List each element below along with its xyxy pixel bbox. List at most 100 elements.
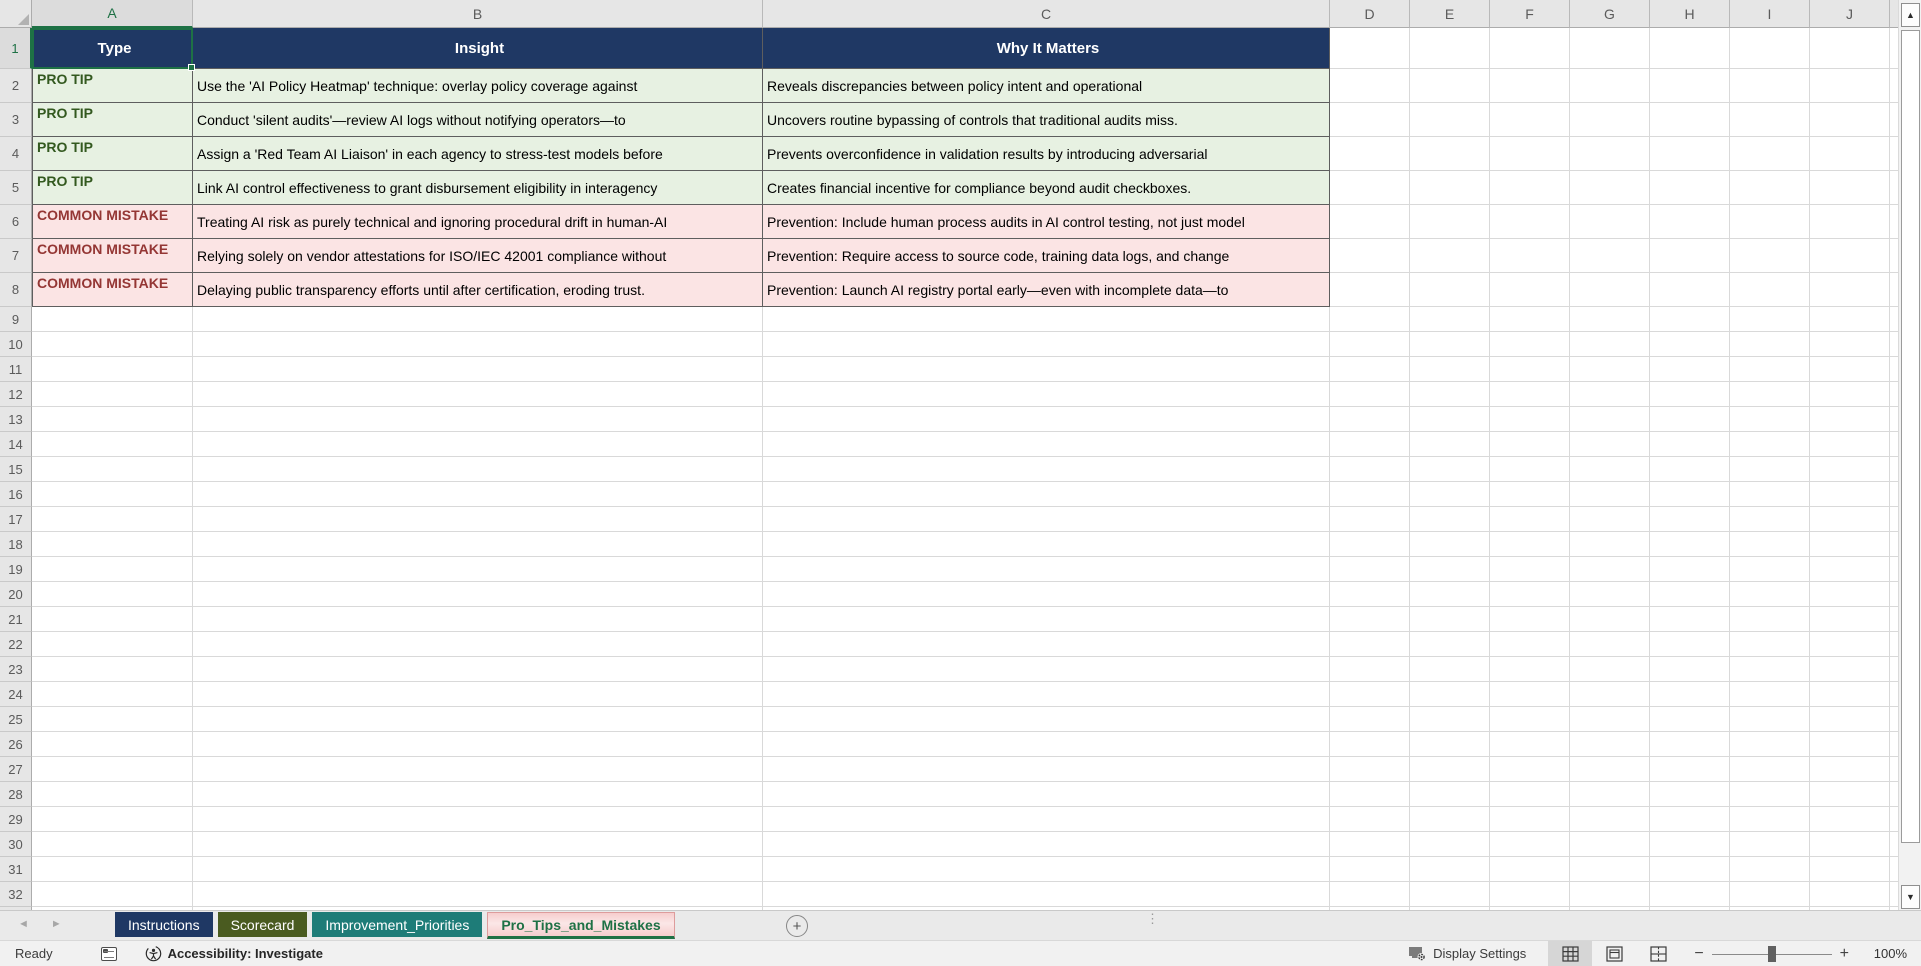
cell-E11[interactable] <box>1410 357 1490 382</box>
cell-G30[interactable] <box>1570 832 1650 857</box>
cell-A1[interactable]: Type <box>32 28 193 69</box>
cell-B3[interactable]: Conduct 'silent audits'—review AI logs w… <box>193 103 763 137</box>
cell-C25[interactable] <box>763 707 1330 732</box>
cell-F22[interactable] <box>1490 632 1570 657</box>
cell-E25[interactable] <box>1410 707 1490 732</box>
cell-H3[interactable] <box>1650 103 1730 137</box>
cell-G16[interactable] <box>1570 482 1650 507</box>
cell-B14[interactable] <box>193 432 763 457</box>
cell-H6[interactable] <box>1650 205 1730 239</box>
cell-K15[interactable] <box>1890 457 1898 482</box>
cell-K7[interactable] <box>1890 239 1898 273</box>
cell-A14[interactable] <box>32 432 193 457</box>
cell-E23[interactable] <box>1410 657 1490 682</box>
cell-H2[interactable] <box>1650 69 1730 103</box>
cell-C6[interactable]: Prevention: Include human process audits… <box>763 205 1330 239</box>
cell-K6[interactable] <box>1890 205 1898 239</box>
cell-J30[interactable] <box>1810 832 1890 857</box>
cell-I9[interactable] <box>1730 307 1810 332</box>
cell-C28[interactable] <box>763 782 1330 807</box>
row-header-23[interactable]: 23 <box>0 657 32 682</box>
cell-E8[interactable] <box>1410 273 1490 307</box>
cell-I32[interactable] <box>1730 882 1810 907</box>
cell-A6[interactable]: COMMON MISTAKE <box>32 205 193 239</box>
cell-J13[interactable] <box>1810 407 1890 432</box>
row-header-2[interactable]: 2 <box>0 69 32 103</box>
cell-F20[interactable] <box>1490 582 1570 607</box>
cell-F29[interactable] <box>1490 807 1570 832</box>
cell-E27[interactable] <box>1410 757 1490 782</box>
cell-I7[interactable] <box>1730 239 1810 273</box>
cell-E12[interactable] <box>1410 382 1490 407</box>
cell-H4[interactable] <box>1650 137 1730 171</box>
cell-F2[interactable] <box>1490 69 1570 103</box>
row-header-21[interactable]: 21 <box>0 607 32 632</box>
cell-J31[interactable] <box>1810 857 1890 882</box>
cell-E26[interactable] <box>1410 732 1490 757</box>
row-header-12[interactable]: 12 <box>0 382 32 407</box>
cell-F13[interactable] <box>1490 407 1570 432</box>
cell-J16[interactable] <box>1810 482 1890 507</box>
cell-H30[interactable] <box>1650 832 1730 857</box>
cell-G7[interactable] <box>1570 239 1650 273</box>
cell-E1[interactable] <box>1410 28 1490 69</box>
row-header-5[interactable]: 5 <box>0 171 32 205</box>
cell-J28[interactable] <box>1810 782 1890 807</box>
cell-F8[interactable] <box>1490 273 1570 307</box>
cell-A31[interactable] <box>32 857 193 882</box>
cell-C29[interactable] <box>763 807 1330 832</box>
cell-F17[interactable] <box>1490 507 1570 532</box>
cell-K2[interactable] <box>1890 69 1898 103</box>
cell-I4[interactable] <box>1730 137 1810 171</box>
column-header-J[interactable]: J <box>1810 0 1890 28</box>
cell-B29[interactable] <box>193 807 763 832</box>
column-header-F[interactable]: F <box>1490 0 1570 28</box>
row-header-29[interactable]: 29 <box>0 807 32 832</box>
cell-K31[interactable] <box>1890 857 1898 882</box>
zoom-slider[interactable] <box>1711 945 1832 962</box>
cell-F18[interactable] <box>1490 532 1570 557</box>
column-header-A[interactable]: A <box>32 0 193 28</box>
row-header-30[interactable]: 30 <box>0 832 32 857</box>
cell-C9[interactable] <box>763 307 1330 332</box>
cell-C1[interactable]: Why It Matters <box>763 28 1330 69</box>
cell-H20[interactable] <box>1650 582 1730 607</box>
cell-G27[interactable] <box>1570 757 1650 782</box>
cell-K8[interactable] <box>1890 273 1898 307</box>
add-sheet-button[interactable]: + <box>786 915 808 937</box>
sheet-nav-right-icon[interactable]: ► <box>51 918 62 930</box>
column-header-H[interactable]: H <box>1650 0 1730 28</box>
cell-B32[interactable] <box>193 882 763 907</box>
cell-A7[interactable]: COMMON MISTAKE <box>32 239 193 273</box>
cell-G13[interactable] <box>1570 407 1650 432</box>
cell-F28[interactable] <box>1490 782 1570 807</box>
cell-E24[interactable] <box>1410 682 1490 707</box>
cell-C7[interactable]: Prevention: Require access to source cod… <box>763 239 1330 273</box>
cell-I22[interactable] <box>1730 632 1810 657</box>
cell-G19[interactable] <box>1570 557 1650 582</box>
cell-F25[interactable] <box>1490 707 1570 732</box>
cell-C13[interactable] <box>763 407 1330 432</box>
cell-I3[interactable] <box>1730 103 1810 137</box>
cell-C11[interactable] <box>763 357 1330 382</box>
cell-D32[interactable] <box>1330 882 1410 907</box>
cell-F5[interactable] <box>1490 171 1570 205</box>
cell-H19[interactable] <box>1650 557 1730 582</box>
cell-A16[interactable] <box>32 482 193 507</box>
cell-A9[interactable] <box>32 307 193 332</box>
cell-C17[interactable] <box>763 507 1330 532</box>
cell-H8[interactable] <box>1650 273 1730 307</box>
cell-D14[interactable] <box>1330 432 1410 457</box>
cell-B10[interactable] <box>193 332 763 357</box>
cell-B6[interactable]: Treating AI risk as purely technical and… <box>193 205 763 239</box>
cell-D13[interactable] <box>1330 407 1410 432</box>
cell-I25[interactable] <box>1730 707 1810 732</box>
cell-E28[interactable] <box>1410 782 1490 807</box>
cell-A3[interactable]: PRO TIP <box>32 103 193 137</box>
cell-D25[interactable] <box>1330 707 1410 732</box>
cell-F12[interactable] <box>1490 382 1570 407</box>
cell-H27[interactable] <box>1650 757 1730 782</box>
cell-E30[interactable] <box>1410 832 1490 857</box>
cell-G28[interactable] <box>1570 782 1650 807</box>
cell-D21[interactable] <box>1330 607 1410 632</box>
